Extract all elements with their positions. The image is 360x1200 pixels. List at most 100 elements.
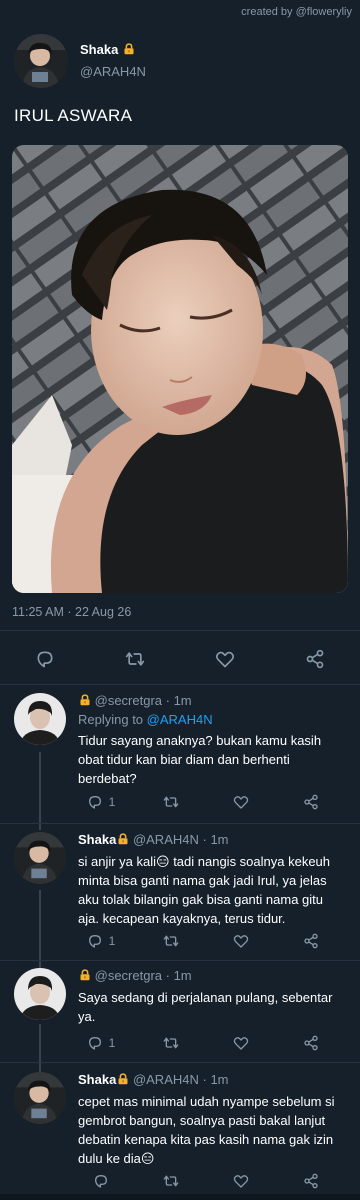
reply-button[interactable] (66, 1170, 136, 1192)
divider (0, 684, 360, 685)
reply-time: · 1m (165, 968, 192, 983)
sleeping-boy-photo (12, 145, 348, 593)
retweet-icon (163, 1035, 179, 1051)
main-tweet-header: Shaka @ARAH4N (14, 34, 346, 94)
reply-time: · 1m (202, 832, 229, 847)
reply-text: cepet mas minimal udah nyampe sebelum si… (78, 1094, 335, 1166)
share-button[interactable] (270, 644, 360, 674)
reply-button[interactable]: 1 (66, 1032, 136, 1054)
display-name[interactable]: Shaka (80, 42, 135, 57)
share-icon (305, 649, 325, 669)
display-name[interactable]: Shaka (78, 832, 116, 847)
tweet-timestamp: 11:25 AM · 22 Aug 26 (12, 605, 132, 619)
share-icon (303, 1173, 319, 1189)
display-name[interactable]: Shaka (78, 1072, 116, 1087)
replying-to-link[interactable]: @ARAH4N (147, 712, 213, 727)
share-button[interactable] (276, 791, 346, 813)
avatar-image (14, 34, 68, 88)
reply-tweet[interactable]: @secretgra · 1m Replying to @ARAH4N Tidu… (0, 693, 360, 823)
watermark-credit: created by @floweryliy (241, 6, 352, 18)
tweet-actions (0, 644, 360, 674)
user-handle[interactable]: @secretgra (95, 693, 162, 708)
reply-count: 1 (108, 1036, 116, 1050)
share-button[interactable] (276, 1032, 346, 1054)
reply-actions: 1 (66, 930, 346, 952)
avatar-image (14, 1072, 66, 1124)
avatar[interactable] (14, 693, 66, 745)
display-name-text: Shaka (80, 42, 119, 57)
divider (0, 960, 360, 961)
reply-count: 1 (108, 934, 116, 948)
reply-time: · 1m (202, 1072, 229, 1087)
bottom-edge (0, 1194, 360, 1200)
share-icon (303, 1035, 319, 1051)
avatar-image (14, 968, 66, 1020)
like-icon (233, 1035, 249, 1051)
reply-icon (87, 794, 103, 810)
like-button[interactable] (180, 644, 270, 674)
avatar-image (14, 693, 66, 745)
tweet-photo[interactable] (12, 145, 348, 593)
reply-icon (87, 1035, 103, 1051)
like-icon (215, 649, 235, 669)
reply-meta: Shaka @ARAH4N · 1m (78, 832, 229, 847)
replying-to-label: Replying to (78, 712, 147, 727)
lock-icon (79, 969, 91, 981)
avatar[interactable] (14, 832, 66, 884)
retweet-button[interactable] (136, 791, 206, 813)
lock-icon (79, 694, 91, 706)
user-handle[interactable]: @ARAH4N (133, 832, 199, 847)
lock-icon (123, 43, 135, 55)
avatar-image (14, 832, 66, 884)
like-button[interactable] (206, 1032, 276, 1054)
share-icon (303, 933, 319, 949)
reply-meta: @secretgra · 1m (78, 693, 192, 708)
reply-actions (66, 1170, 346, 1192)
retweet-button[interactable] (136, 930, 206, 952)
reply-icon (87, 933, 103, 949)
lock-icon (117, 1073, 129, 1085)
like-button[interactable] (206, 1170, 276, 1192)
divider (0, 1062, 360, 1063)
reply-time: · 1m (165, 693, 192, 708)
reply-tweet[interactable]: Shaka @ARAH4N · 1m si anjir ya kali😑 tad… (0, 832, 360, 960)
avatar[interactable] (14, 968, 66, 1020)
avatar[interactable] (14, 34, 68, 88)
like-icon (233, 1173, 249, 1189)
user-handle[interactable]: @ARAH4N (133, 1072, 199, 1087)
retweet-button[interactable] (90, 644, 180, 674)
like-icon (233, 794, 249, 810)
retweet-button[interactable] (136, 1032, 206, 1054)
reply-actions: 1 (66, 1032, 346, 1054)
retweet-icon (163, 933, 179, 949)
share-button[interactable] (276, 930, 346, 952)
reply-tweet[interactable]: Shaka @ARAH4N · 1m cepet mas minimal uda… (0, 1072, 360, 1196)
retweet-icon (163, 794, 179, 810)
user-handle[interactable]: @ARAH4N (80, 64, 146, 79)
reply-button[interactable]: 1 (66, 791, 136, 813)
lock-icon (117, 833, 129, 845)
retweet-button[interactable] (136, 1170, 206, 1192)
reply-button[interactable]: 1 (66, 930, 136, 952)
like-button[interactable] (206, 930, 276, 952)
reply-tweet[interactable]: @secretgra · 1m Saya sedang di perjalana… (0, 968, 360, 1062)
retweet-icon (163, 1173, 179, 1189)
divider (0, 823, 360, 824)
reply-text: Tidur sayang anaknya? bukan kamu kasih o… (78, 733, 322, 786)
reply-actions: 1 (66, 791, 346, 813)
reply-icon (35, 649, 55, 669)
reply-button[interactable] (0, 644, 90, 674)
like-button[interactable] (206, 791, 276, 813)
avatar[interactable] (14, 1072, 66, 1124)
replying-to: Replying to @ARAH4N (78, 712, 213, 727)
user-handle[interactable]: @secretgra (95, 968, 162, 983)
divider (0, 630, 360, 631)
reply-meta: Shaka @ARAH4N · 1m (78, 1072, 229, 1087)
reply-icon (93, 1173, 109, 1189)
share-icon (303, 794, 319, 810)
reply-meta: @secretgra · 1m (78, 968, 192, 983)
like-icon (233, 933, 249, 949)
reply-count: 1 (108, 795, 116, 809)
reply-text: si anjir ya kali😑 tadi nangis soalnya ke… (78, 854, 331, 926)
share-button[interactable] (276, 1170, 346, 1192)
